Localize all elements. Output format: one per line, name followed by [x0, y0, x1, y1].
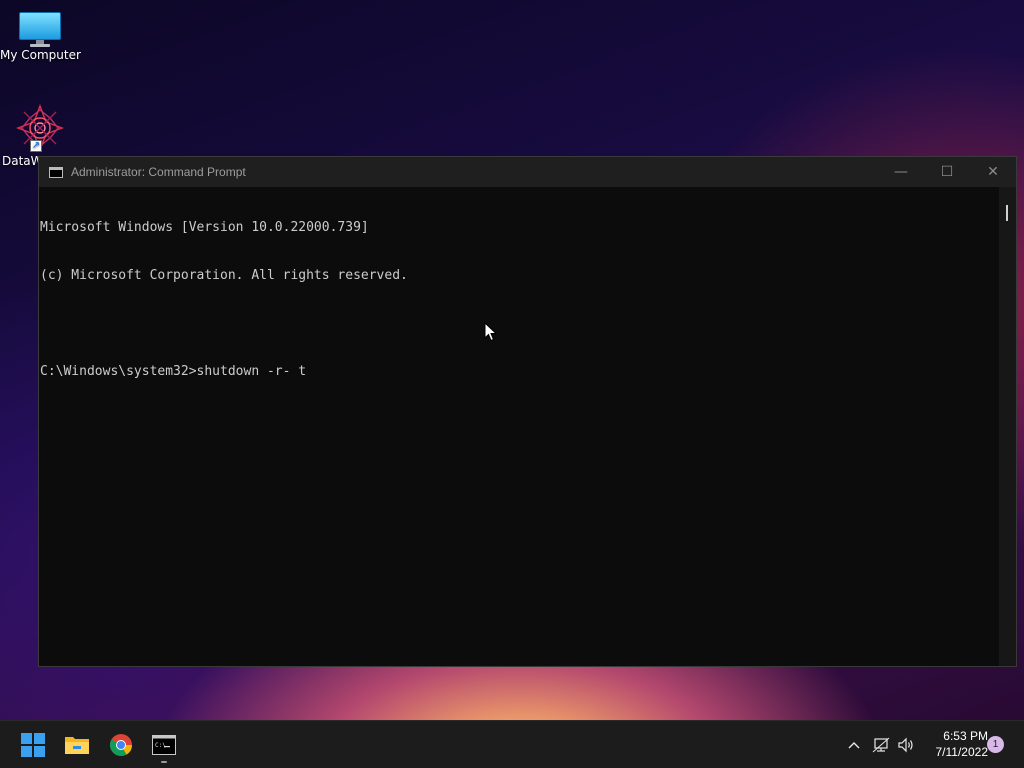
- notification-badge[interactable]: 1: [987, 736, 1004, 753]
- running-indicator: [161, 761, 167, 763]
- chrome-button[interactable]: [105, 729, 137, 761]
- vertical-scrollbar[interactable]: [999, 187, 1016, 666]
- console-output[interactable]: Microsoft Windows [Version 10.0.22000.73…: [39, 187, 999, 666]
- title-bar[interactable]: Administrator: Command Prompt — ☐ ✕: [39, 157, 1016, 187]
- clock[interactable]: 6:53 PM 7/11/2022: [920, 728, 989, 760]
- monitor-icon: [19, 12, 61, 47]
- volume-icon[interactable]: [896, 735, 916, 755]
- minimize-button[interactable]: —: [878, 157, 924, 187]
- network-icon[interactable]: [871, 735, 891, 755]
- chrome-icon: [110, 734, 132, 756]
- command-prompt-window[interactable]: Administrator: Command Prompt — ☐ ✕ Micr…: [38, 156, 1017, 667]
- scrollbar-thumb[interactable]: [1006, 205, 1008, 221]
- desktop-icon-my-computer[interactable]: My Computer: [0, 8, 81, 62]
- clock-time: 6:53 PM: [943, 729, 988, 743]
- close-button[interactable]: ✕: [970, 157, 1016, 187]
- window-title: Administrator: Command Prompt: [71, 165, 246, 179]
- clock-date: 7/11/2022: [935, 745, 989, 759]
- console-prompt-line[interactable]: C:\Windows\system32>shutdown -r- t: [40, 364, 999, 380]
- file-explorer-button[interactable]: [61, 729, 93, 761]
- desktop-icon-label: My Computer: [0, 48, 81, 62]
- command-prompt-taskbar-button[interactable]: C:\: [148, 729, 180, 761]
- svg-text:C:\: C:\: [155, 742, 166, 749]
- console-line: (c) Microsoft Corporation. All rights re…: [40, 268, 408, 283]
- mouse-cursor-icon: [484, 322, 498, 342]
- taskbar: C:\ 6:53 PM 7/11/2022: [0, 720, 1024, 768]
- cmd-app-icon: [49, 166, 63, 178]
- folder-icon: [65, 737, 89, 754]
- start-button[interactable]: [17, 729, 49, 761]
- console-line: Microsoft Windows [Version 10.0.22000.73…: [40, 220, 369, 235]
- windows-logo-icon: [21, 733, 45, 757]
- maximize-button[interactable]: ☐: [924, 157, 970, 187]
- chevron-up-icon[interactable]: [844, 735, 864, 755]
- star-logo-icon: ↗: [16, 104, 64, 152]
- shortcut-arrow-icon: ↗: [30, 140, 42, 152]
- window-controls: — ☐ ✕: [878, 157, 1016, 187]
- terminal-icon: C:\: [152, 735, 176, 755]
